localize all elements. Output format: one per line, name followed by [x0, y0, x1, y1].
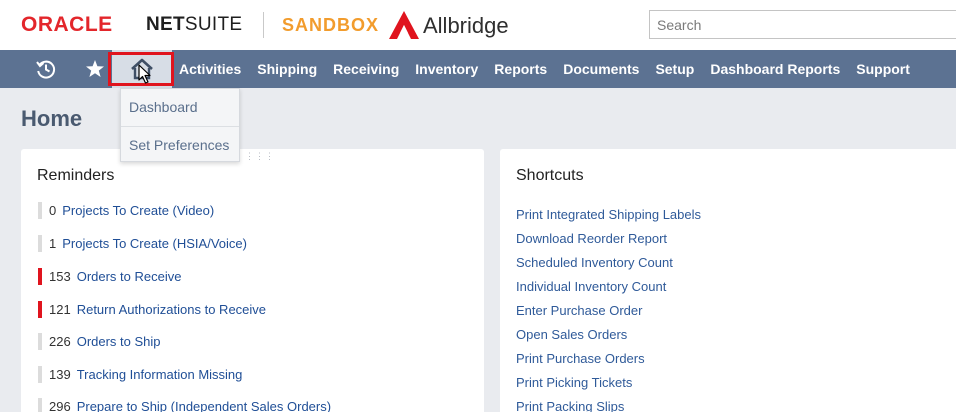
reminder-item[interactable]: 1 Projects To Create (HSIA/Voice)	[38, 234, 247, 252]
nav-item-receiving[interactable]: Receiving	[333, 61, 399, 77]
shortcut-link[interactable]: Individual Inventory Count	[516, 279, 666, 294]
reminder-item[interactable]: 226 Orders to Ship	[38, 332, 161, 350]
nav-item-inventory[interactable]: Inventory	[415, 61, 478, 77]
menu-item-dashboard[interactable]: Dashboard	[121, 89, 239, 126]
nav-item-support[interactable]: Support	[856, 61, 910, 77]
shortcut-link[interactable]: Enter Purchase Order	[516, 303, 642, 318]
reminder-flag-red	[38, 300, 42, 318]
shortcut-link[interactable]: Print Integrated Shipping Labels	[516, 207, 701, 222]
nav-item-dashboard-reports[interactable]: Dashboard Reports	[710, 61, 840, 77]
nav-item-setup[interactable]: Setup	[655, 61, 694, 77]
allbridge-logo-icon	[389, 11, 419, 39]
reminder-flag	[38, 201, 42, 219]
netsuite-logo[interactable]: NETSUITE	[146, 14, 242, 36]
home-dropdown-menu: Dashboard Set Preferences	[120, 88, 240, 162]
reminder-count: 226	[49, 333, 71, 349]
nav-item-reports[interactable]: Reports	[494, 61, 547, 77]
reminders-portlet: Reminders 0 Projects To Create (Video) 1…	[21, 149, 484, 412]
reminder-item[interactable]: 153 Orders to Receive	[38, 267, 181, 285]
shortcut-link[interactable]: Scheduled Inventory Count	[516, 255, 673, 270]
shortcut-link[interactable]: Print Picking Tickets	[516, 375, 632, 390]
reminder-item[interactable]: 121 Return Authorizations to Receive	[38, 300, 266, 318]
reminder-count: 1	[49, 235, 57, 251]
shortcut-link[interactable]: Print Packing Slips	[516, 399, 624, 412]
menu-item-set-preferences[interactable]: Set Preferences	[121, 126, 239, 163]
reminder-link[interactable]: Projects To Create (Video)	[62, 203, 214, 218]
reminder-count: 0	[49, 202, 57, 218]
star-icon	[86, 60, 104, 77]
sandbox-label: SANDBOX	[282, 15, 380, 35]
header-divider	[263, 12, 264, 38]
history-icon	[36, 60, 56, 79]
search-input[interactable]	[649, 10, 956, 39]
reminder-link[interactable]: Orders to Ship	[77, 334, 161, 349]
page-title: Home	[21, 106, 83, 131]
reminder-link[interactable]: Prepare to Ship (Independent Sales Order…	[77, 399, 331, 412]
reminder-link[interactable]: Return Authorizations to Receive	[77, 302, 266, 317]
reminders-title: Reminders	[37, 167, 115, 184]
reminder-item[interactable]: 296 Prepare to Ship (Independent Sales O…	[38, 397, 331, 412]
reminder-count: 121	[49, 301, 71, 317]
reminder-count: 153	[49, 268, 71, 284]
reminder-flag-red	[38, 267, 42, 285]
reminder-flag	[38, 397, 42, 412]
reminder-count: 139	[49, 366, 71, 382]
netsuite-logo-prefix: NET	[146, 14, 185, 35]
reminder-flag	[38, 234, 42, 252]
shortcut-link[interactable]: Open Sales Orders	[516, 327, 627, 342]
reminder-item[interactable]: 0 Projects To Create (Video)	[38, 201, 214, 219]
nav-menu: Activities Shipping Receiving Inventory …	[179, 50, 926, 88]
shortcut-link[interactable]: Print Purchase Orders	[516, 351, 645, 366]
company-name: Allbridge	[423, 13, 509, 38]
shortcuts-portlet: Shortcuts Print Integrated Shipping Labe…	[500, 149, 956, 412]
reminder-flag	[38, 332, 42, 350]
shortcut-link[interactable]: Download Reorder Report	[516, 231, 667, 246]
recent-records-button[interactable]	[34, 50, 58, 88]
drag-handle-icon[interactable]: ⋮⋮⋮	[245, 151, 275, 162]
reminder-link[interactable]: Orders to Receive	[77, 269, 182, 284]
nav-item-shipping[interactable]: Shipping	[257, 61, 317, 77]
mouse-cursor-icon	[138, 64, 151, 84]
nav-item-activities[interactable]: Activities	[179, 61, 241, 77]
reminder-link[interactable]: Tracking Information Missing	[77, 367, 243, 382]
favorites-button[interactable]	[84, 50, 106, 88]
oracle-logo[interactable]: ORACLE	[21, 13, 113, 37]
shortcuts-title: Shortcuts	[516, 167, 584, 184]
app-header: ORACLE NETSUITE SANDBOX Allbridge	[0, 0, 956, 50]
netsuite-logo-suffix: SUITE	[184, 14, 243, 35]
reminder-link[interactable]: Projects To Create (HSIA/Voice)	[62, 236, 247, 251]
nav-item-documents[interactable]: Documents	[563, 61, 639, 77]
reminder-item[interactable]: 139 Tracking Information Missing	[38, 365, 242, 383]
reminder-flag	[38, 365, 42, 383]
reminder-count: 296	[49, 398, 71, 412]
